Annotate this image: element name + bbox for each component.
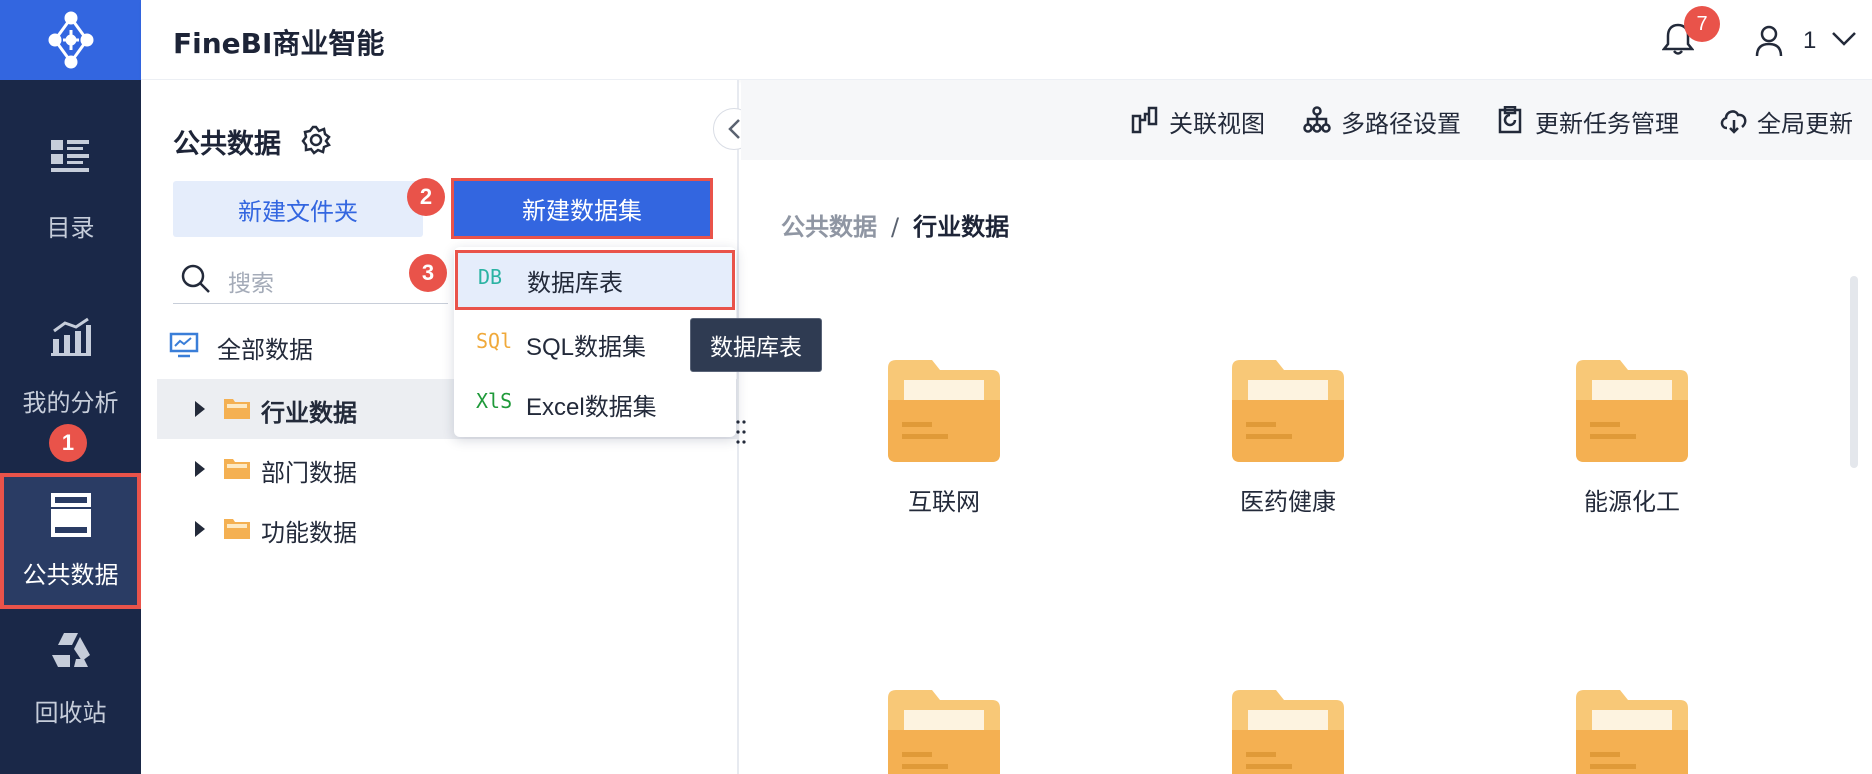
step-badge-2: 2 <box>407 178 445 216</box>
folder-icon <box>888 360 1000 462</box>
nav-item-recycle-bin[interactable]: 回收站 <box>0 625 141 735</box>
nav-item-my-analysis[interactable]: 我的分析 <box>0 297 141 417</box>
folder-item-medical-health[interactable]: 医药健康 <box>1188 360 1388 530</box>
sql-icon: SQl <box>476 329 513 353</box>
folder-label: 医药健康 <box>1240 488 1336 516</box>
folder-icon <box>224 459 250 479</box>
update-task-icon <box>1498 106 1522 134</box>
folder-icon <box>224 399 250 419</box>
nav-item-catalog[interactable]: 目录 <box>0 120 141 242</box>
nav-label-my-analysis: 我的分析 <box>22 389 119 417</box>
drag-handle-icon[interactable] <box>736 419 746 445</box>
content-scrollbar[interactable] <box>1850 276 1858 468</box>
folder-label: 互联网 <box>908 488 980 516</box>
menu-item-label: Excel数据集 <box>526 394 657 421</box>
tree-item-department-data[interactable]: 部门数据 <box>157 439 739 499</box>
excel-icon: XlS <box>476 389 513 413</box>
folder-item[interactable] <box>1532 690 1732 774</box>
breadcrumb-current: 行业数据 <box>913 213 1010 241</box>
nav-label-catalog: 目录 <box>46 214 95 242</box>
folder-item-energy-chemical[interactable]: 能源化工 <box>1532 360 1732 530</box>
breadcrumb-separator: / <box>891 213 900 241</box>
folder-item-internet[interactable]: 互联网 <box>844 360 1044 530</box>
global-update-icon <box>1720 110 1747 134</box>
step-badge-3: 3 <box>409 254 447 292</box>
toolbar-label: 多路径设置 <box>1341 110 1461 138</box>
recycle-icon <box>51 633 90 667</box>
chevron-down-icon[interactable] <box>1831 30 1857 48</box>
gear-icon[interactable] <box>301 125 331 155</box>
menu-item-label: SQL数据集 <box>526 334 647 361</box>
menu-item-label: 数据库表 <box>527 270 623 297</box>
folder-label: 能源化工 <box>1584 488 1680 516</box>
user-name[interactable]: 1 <box>1803 27 1816 55</box>
search-icon <box>181 264 210 293</box>
toolbar-label: 更新任务管理 <box>1535 110 1679 138</box>
folder-icon <box>1232 690 1344 774</box>
toolbar: 关联视图 多路径设置 更新任务管理 全局更新 <box>741 80 1872 160</box>
catalog-icon <box>50 140 89 172</box>
logo-icon <box>48 11 93 69</box>
left-nav: 目录 我的分析 1 公共数据 回收站 <box>0 0 141 774</box>
database-table-icon: DB <box>478 265 503 289</box>
toolbar-label: 全局更新 <box>1757 110 1853 138</box>
folder-icon <box>1576 690 1688 774</box>
toolbar-label: 关联视图 <box>1169 110 1265 138</box>
logo[interactable] <box>0 0 141 80</box>
folder-icon <box>1232 360 1344 462</box>
menu-item-excel-dataset[interactable]: XlS Excel数据集 <box>454 374 736 434</box>
tooltip: 数据库表 <box>690 318 822 372</box>
tree-item-label: 功能数据 <box>261 519 357 547</box>
tree-root-label: 全部数据 <box>217 336 313 364</box>
breadcrumb: 公共数据 / 行业数据 <box>781 207 1009 242</box>
notification-count-badge: 7 <box>1684 6 1720 42</box>
app-title: FineBI商业智能 <box>173 27 385 60</box>
tree-item-function-data[interactable]: 功能数据 <box>157 499 739 559</box>
panel-title: 公共数据 <box>173 129 281 160</box>
nav-label-recycle-bin: 回收站 <box>34 699 107 727</box>
folder-icon <box>224 519 250 539</box>
step-badge-1: 1 <box>49 424 87 462</box>
menu-item-database-table[interactable]: DB 数据库表 <box>455 250 735 310</box>
folder-icon <box>1576 360 1688 462</box>
folder-item[interactable] <box>844 690 1044 774</box>
relation-view-icon <box>1131 106 1158 134</box>
analysis-chart-icon <box>50 317 91 356</box>
breadcrumb-parent[interactable]: 公共数据 <box>781 213 877 241</box>
search-box[interactable]: 搜索 <box>173 252 448 304</box>
new-folder-button[interactable]: 新建文件夹 <box>173 181 423 237</box>
nav-label-public-data: 公共数据 <box>22 561 119 589</box>
multipath-icon <box>1303 106 1331 133</box>
nav-item-public-data[interactable]: 公共数据 <box>0 473 141 609</box>
tree-item-label: 行业数据 <box>261 399 357 427</box>
caret-right-icon[interactable] <box>195 461 205 477</box>
all-data-monitor-icon <box>169 332 199 358</box>
caret-right-icon[interactable] <box>195 401 205 417</box>
search-placeholder: 搜索 <box>228 271 274 297</box>
folder-item[interactable] <box>1188 690 1388 774</box>
caret-right-icon[interactable] <box>195 521 205 537</box>
top-header: FineBI商业智能 7 1 <box>141 0 1872 80</box>
user-avatar-icon[interactable] <box>1754 25 1784 57</box>
tree-item-label: 部门数据 <box>261 459 357 487</box>
public-data-icon <box>50 493 91 537</box>
folder-icon <box>888 690 1000 774</box>
new-dataset-button[interactable]: 新建数据集 <box>451 178 713 239</box>
chevron-left-icon <box>728 119 740 139</box>
